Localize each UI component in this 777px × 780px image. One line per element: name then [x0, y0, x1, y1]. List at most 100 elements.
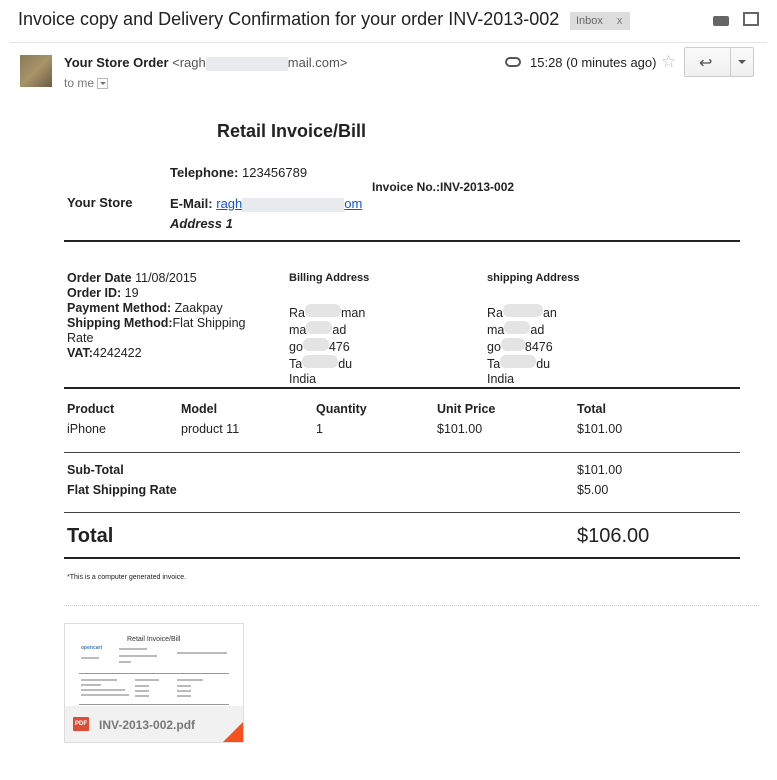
order-id: 19: [124, 286, 139, 300]
col-total: Total: [577, 402, 606, 416]
reply-separator: [730, 48, 731, 76]
sender-email-redacted: [205, 56, 288, 71]
item-product: iPhone: [67, 422, 106, 436]
thumb-text: [81, 689, 125, 691]
invoice-divider-2: [64, 387, 740, 389]
invoice-divider-3: [64, 452, 740, 453]
vat-value: 4242422: [92, 346, 142, 360]
store-email-start: ragh: [216, 196, 243, 211]
store-name: Your Store: [67, 195, 133, 210]
vat-label: VAT:: [67, 346, 93, 360]
thumb-text: [177, 652, 227, 654]
store-email-end: om: [344, 196, 363, 211]
header-divider: [10, 42, 767, 43]
inbox-label[interactable]: Inbox x: [570, 12, 631, 30]
billing-address-heading: Billing Address: [289, 272, 370, 284]
billing-line-3: go 476: [289, 338, 350, 354]
store-email-redacted: [242, 197, 345, 212]
thumb-text: [135, 679, 159, 681]
attachment-filename[interactable]: INV-2013-002.pdf: [99, 718, 195, 732]
shipping-rate-label: Flat Shipping Rate: [67, 483, 177, 497]
order-id-label: Order ID:: [67, 286, 122, 300]
sender-email-start: <ragh: [172, 55, 206, 70]
item-total: $101.00: [577, 422, 623, 436]
thumb-rule: [79, 704, 229, 705]
shipping-line-1: Ra an: [487, 304, 557, 320]
email-time: 15:28 (0 minutes ago): [530, 55, 657, 70]
telephone-value: 123456789: [242, 165, 308, 180]
reply-button-group: ↩: [684, 47, 754, 77]
recipients: to me: [64, 76, 109, 90]
thumb-text: [177, 690, 191, 692]
billing-line-1: Ra man: [289, 304, 366, 320]
reply-icon[interactable]: ↩: [699, 53, 712, 73]
attachment-thumbnail: Retail Invoice/Bill opencart: [65, 624, 243, 708]
store-address: Address 1: [170, 216, 233, 231]
new-window-icon[interactable]: [743, 12, 759, 26]
order-date-label: Order Date: [67, 271, 132, 285]
page-fold-icon: [223, 722, 243, 742]
billing-line-4: Ta du: [289, 355, 353, 371]
payment-method: Zaakpay: [174, 301, 223, 315]
store-email: E-Mail: ragh om: [170, 196, 362, 212]
invoice-title: Retail Invoice/Bill: [217, 121, 367, 141]
telephone-label: Telephone:: [170, 165, 239, 180]
attachment-divider: [64, 605, 759, 606]
thumb-text: [81, 694, 129, 696]
paperclip-icon: [505, 57, 521, 67]
shipping-method-label: Shipping Method:: [67, 316, 173, 330]
remove-label-button[interactable]: x: [617, 15, 623, 27]
store-email-link[interactable]: ragh om: [216, 196, 363, 212]
invoice-divider-4: [64, 512, 740, 513]
star-icon[interactable]: ☆: [661, 52, 676, 72]
item-model: product 11: [181, 422, 240, 436]
thumb-logo: opencart: [81, 645, 103, 651]
thumb-text: [119, 661, 131, 663]
thumb-text: [119, 648, 147, 650]
col-model: Model: [181, 402, 218, 416]
pdf-icon: PDF: [73, 717, 89, 731]
sender-name: Your Store Order: [64, 55, 169, 70]
shipping-line-2: ma ad: [487, 321, 545, 337]
order-date: 11/08/2015: [135, 271, 197, 285]
email-label: E-Mail:: [170, 196, 213, 211]
thumb-title: Retail Invoice/Bill: [127, 636, 181, 643]
thumb-text: [119, 655, 157, 657]
payment-method-label: Payment Method:: [67, 301, 172, 315]
shipping-address: shipping Address Ra an ma ad go 8476 Ta du I…: [487, 271, 637, 387]
attachment-card[interactable]: Retail Invoice/Bill opencart PDF INV-201…: [64, 623, 244, 743]
order-info: Order Date 11/08/2015 Order ID: 19 Payme…: [67, 271, 267, 361]
total-label: Total: [67, 525, 114, 547]
thumb-text: [81, 657, 99, 659]
thumb-text: [177, 685, 191, 687]
sender-email-end: mail.com>: [287, 55, 348, 70]
shipping-line-3: go 8476: [487, 338, 553, 354]
more-options-icon[interactable]: [738, 60, 746, 68]
subtotal-value: $101.00: [577, 463, 623, 477]
details-dropdown-icon[interactable]: [97, 78, 109, 90]
invoice-number: Invoice No.:INV-2013-002: [372, 180, 515, 194]
thumb-rule: [79, 673, 229, 674]
billing-address: Billing Address Ra man ma ad go 476 Ta du In…: [289, 271, 439, 387]
inbox-label-text: Inbox: [576, 15, 603, 27]
thumb-text: [135, 695, 149, 697]
col-product: Product: [67, 402, 115, 416]
thumb-text: [81, 679, 117, 681]
col-unit-price: Unit Price: [437, 402, 496, 416]
footnote: *This is a computer generated invoice.: [67, 574, 187, 581]
invoice-divider-5: [64, 557, 740, 559]
thumb-text: [135, 690, 149, 692]
col-quantity: Quantity: [316, 402, 367, 416]
total-value: $106.00: [577, 525, 650, 547]
shipping-address-heading: shipping Address: [487, 272, 580, 284]
sender[interactable]: Your Store Order <ragh mail.com>: [64, 55, 347, 71]
email-subject: Invoice copy and Delivery Confirmation f…: [18, 9, 560, 29]
printer-icon[interactable]: [713, 16, 730, 26]
billing-country: India: [289, 372, 317, 386]
store-telephone: Telephone: 123456789: [170, 165, 307, 180]
thumb-text: [177, 679, 203, 681]
shipping-country: India: [487, 372, 515, 386]
to-label: to me: [64, 76, 95, 90]
attachment-footer: PDF INV-2013-002.pdf: [65, 706, 243, 742]
thumb-text: [135, 685, 149, 687]
